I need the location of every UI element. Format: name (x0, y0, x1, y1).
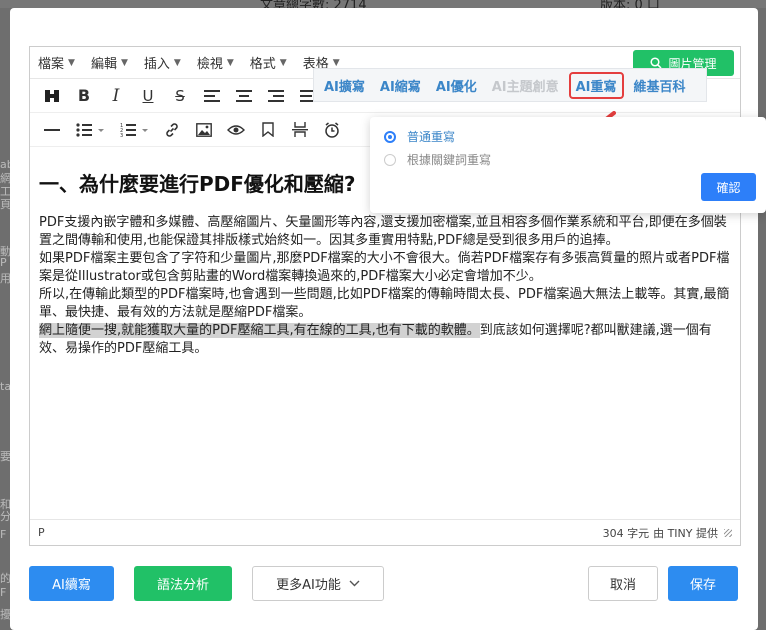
backdrop-top: 文章總字數: 2714 版本: 0 口 (0, 0, 766, 13)
content-paragraph-1: PDF支援內嵌字體和多媒體、高壓縮圖片、矢量圖形等內容,還支援加密檔案,並且相容… (39, 215, 727, 248)
menu-edit-label: 編輯 (90, 57, 117, 72)
link-icon[interactable] (156, 117, 188, 143)
horizontal-rule-icon[interactable] (36, 117, 68, 143)
save-button[interactable]: 保存 (668, 566, 738, 601)
menu-insert[interactable]: 插入 ▼ (144, 53, 181, 72)
char-count[interactable]: 304 字元 (603, 525, 650, 541)
confirm-button[interactable]: 確認 (701, 173, 756, 201)
align-right-icon[interactable] (260, 83, 292, 109)
chevron-down-icon: ▼ (226, 57, 234, 68)
wikipedia-button[interactable]: 維基百科 (634, 76, 686, 95)
chevron-down-icon: ▼ (279, 57, 287, 68)
strikethrough-icon[interactable]: S (164, 83, 196, 109)
more-ai-label: 更多AI功能 (276, 578, 341, 593)
menu-insert-label: 插入 (143, 57, 170, 72)
ai-toolbar: AI擴寫 AI縮寫 AI優化 AI主題創意 AI重寫 維基百科 (313, 68, 707, 102)
ai-optimize-button[interactable]: AI優化 (436, 76, 477, 95)
option-normal-rewrite[interactable]: 普通重寫 (384, 128, 455, 145)
bookmark-icon[interactable] (252, 117, 284, 143)
backdrop-fragment: F (0, 528, 7, 541)
option-keyword-rewrite[interactable]: 根據關鍵詞重寫 (384, 151, 491, 168)
option-normal-rewrite-label: 普通重寫 (407, 130, 456, 144)
powered-by[interactable]: 由 TINY 提供 (653, 525, 718, 541)
image-icon[interactable] (188, 117, 220, 143)
content-paragraph-2: 如果PDF檔案主要包含了字符和少量圖片,那麼PDF檔案的大小不會很大。倘若PDF… (39, 251, 730, 284)
menu-file[interactable]: 檔案 ▼ (38, 53, 75, 72)
backdrop-left: ab 網工頁動 P 用 ta 要和分 F 的 F 擾 (0, 8, 14, 630)
bullet-list-icon[interactable] (68, 117, 112, 143)
rewrite-options-popover: 普通重寫 根據關鍵詞重寫 確認 (370, 117, 766, 213)
ai-continue-button[interactable]: AI續寫 (29, 566, 114, 601)
align-left-icon[interactable] (196, 83, 228, 109)
ai-expand-button[interactable]: AI擴寫 (324, 76, 365, 95)
bold-block-icon[interactable] (36, 83, 68, 109)
bold-icon[interactable]: B (68, 83, 100, 109)
chevron-down-icon (349, 580, 360, 587)
backdrop-right (758, 8, 766, 630)
chevron-down-icon: ▼ (68, 57, 75, 68)
cancel-button[interactable]: 取消 (588, 566, 658, 601)
menu-format-label: 格式 (249, 57, 276, 72)
ai-rewrite-button[interactable]: AI重寫 (568, 71, 624, 99)
content-paragraph-3: 所以,在傳輸此類型的PDF檔案時,也會遇到一些問題,比如PDF檔案的傳輸時間太長… (39, 287, 730, 320)
page-break-icon[interactable] (284, 117, 316, 143)
chevron-down-icon: ▼ (332, 57, 340, 68)
menu-view[interactable]: 檢視 ▼ (197, 53, 234, 72)
option-keyword-rewrite-label: 根據關鍵詞重寫 (407, 153, 492, 167)
italic-icon[interactable]: I (100, 83, 132, 109)
preview-icon[interactable] (220, 117, 252, 143)
resize-handle-icon[interactable] (724, 528, 732, 537)
radio-unchecked-icon[interactable] (384, 153, 396, 166)
element-path[interactable]: P (38, 526, 45, 539)
backdrop-fragment: F (0, 586, 7, 599)
ai-condense-button[interactable]: AI縮寫 (380, 76, 421, 95)
radio-checked-icon[interactable] (384, 130, 396, 143)
align-center-icon[interactable] (228, 83, 260, 109)
backdrop-fragment: P (0, 256, 7, 269)
chevron-down-icon: ▼ (120, 57, 128, 68)
grammar-analysis-button[interactable]: 語法分析 (134, 566, 232, 601)
menu-format[interactable]: 格式 ▼ (250, 53, 287, 72)
menu-view-label: 檢視 (196, 57, 223, 72)
ai-topic-idea-button[interactable]: AI主題創意 (492, 76, 559, 95)
numbered-list-icon[interactable]: 123 (112, 117, 156, 143)
editor-statusbar: P 304 字元 由 TINY 提供 (30, 519, 740, 545)
chevron-down-icon: ▼ (173, 57, 181, 68)
clock-icon[interactable] (316, 117, 348, 143)
content-paragraph-4: 網上隨便一搜,就能獲取大量的PDF壓縮工具,有在線的工具,也有下載的軟體。到底該… (39, 322, 731, 358)
menu-file-label: 檔案 (38, 57, 65, 72)
more-ai-button[interactable]: 更多AI功能 (252, 566, 384, 601)
svg-text:3: 3 (120, 133, 123, 137)
menu-edit[interactable]: 編輯 ▼ (91, 53, 128, 72)
selected-text: 網上隨便一搜,就能獲取大量的PDF壓縮工具,有在線的工具,也有下載的軟體。 (39, 323, 480, 338)
underline-icon[interactable]: U (132, 83, 164, 109)
